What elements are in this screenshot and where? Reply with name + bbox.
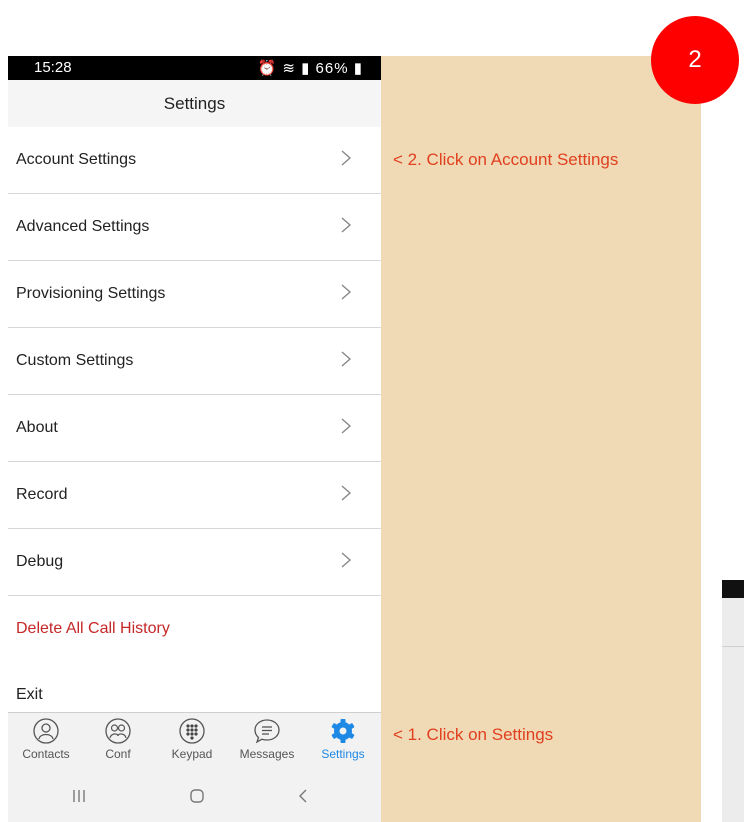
battery-level: 66% [315,60,349,77]
adjacent-screen [722,598,744,822]
annotation-step-2: < 2. Click on Account Settings [393,150,619,169]
tab-label: Settings [321,747,365,761]
menu-item-debug[interactable]: Debug [8,529,381,596]
menu-item-advanced-settings[interactable]: Advanced Settings [8,194,381,261]
menu-item-label: Custom Settings [16,352,134,369]
menu-item-label: Exit [16,686,43,703]
tab-conf[interactable]: Conf [82,717,154,761]
tab-label: Messages [239,747,295,761]
signal-icon: ▮ [301,60,311,77]
tab-messages[interactable]: Messages [231,717,303,761]
messages-icon [254,719,280,744]
menu-item-label: Provisioning Settings [16,285,166,302]
adjacent-screen-statusbar [722,580,744,598]
menu-item-custom-settings[interactable]: Custom Settings [8,328,381,395]
status-time: 15:28 [34,59,72,76]
keypad-icon [179,718,205,744]
menu-item-record[interactable]: Record [8,462,381,529]
step-badge: 2 [651,16,739,104]
chevron-right-icon [341,217,352,233]
bottom-tab-bar: Contacts Conf Keypad Messages Settings [8,712,381,773]
chevron-right-icon [341,485,352,501]
page-title: Settings [8,80,381,127]
chevron-right-icon [341,418,352,434]
tab-contacts[interactable]: Contacts [10,717,82,761]
conference-icon [105,718,131,744]
wifi-icon: ≋ [282,60,296,77]
menu-item-label: Debug [16,553,64,570]
adjacent-screen-divider [722,646,744,647]
menu-item-label: Advanced Settings [16,218,150,235]
menu-item-provisioning-settings[interactable]: Provisioning Settings [8,261,381,328]
alarm-icon: ⏰ [257,60,278,77]
menu-item-label: Record [16,486,68,503]
system-nav-bar [8,772,381,822]
chevron-right-icon [341,552,352,568]
contacts-icon [33,718,59,744]
tab-label: Keypad [171,747,213,761]
menu-item-about[interactable]: About [8,395,381,462]
chevron-right-icon [341,351,352,367]
recent-apps-icon[interactable] [71,787,87,805]
phone-screen: 15:28 ⏰ ≋ ▮ 66% ▮ Settings Account Setti… [8,56,381,822]
status-icons: ⏰ ≋ ▮ 66% ▮ [257,59,363,77]
chevron-right-icon [341,150,352,166]
tab-label: Conf [105,747,131,761]
menu-item-delete-call-history[interactable]: Delete All Call History [8,596,381,662]
annotation-step-1: < 1. Click on Settings [393,725,554,744]
annotation-panel [381,56,701,822]
tab-settings[interactable]: Settings [307,717,379,761]
chevron-right-icon [341,284,352,300]
home-icon[interactable] [188,787,206,805]
menu-item-label: Account Settings [16,151,137,168]
back-icon[interactable] [296,787,310,805]
menu-item-label: Delete All Call History [16,620,170,637]
menu-item-label: About [16,419,58,436]
settings-list: Account Settings Advanced Settings Provi… [8,127,381,728]
status-bar: 15:28 ⏰ ≋ ▮ 66% ▮ [8,56,381,80]
tab-keypad[interactable]: Keypad [156,717,228,761]
menu-item-account-settings[interactable]: Account Settings [8,127,381,194]
gear-icon [331,719,355,743]
tab-label: Contacts [22,747,70,761]
battery-icon: ▮ [353,60,363,77]
